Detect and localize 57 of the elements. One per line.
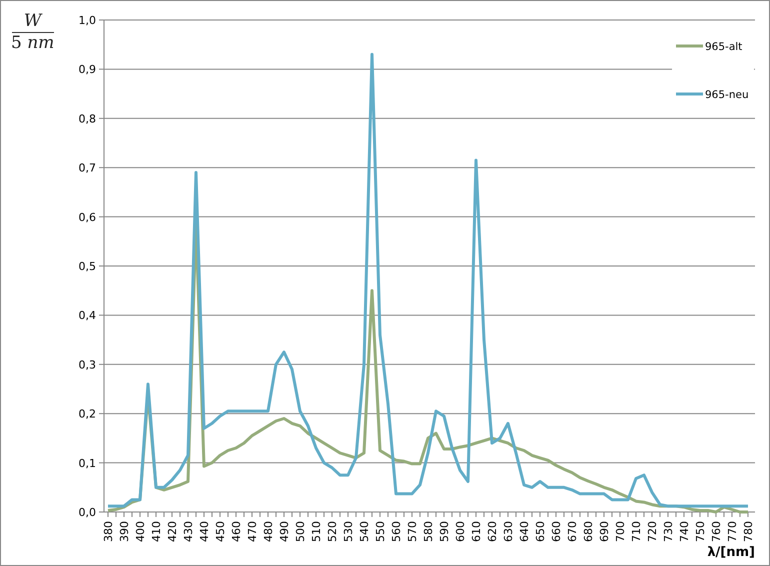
x-tick-label: 430 — [182, 521, 195, 542]
y-tick-label: 0,9 — [78, 63, 96, 76]
x-tick-label: 420 — [166, 521, 179, 542]
x-tick-label: 480 — [262, 521, 275, 542]
x-tick-label: 750 — [694, 521, 707, 542]
x-tick-label: 670 — [566, 521, 579, 542]
x-tick-label: 510 — [310, 521, 323, 542]
y-tick-label: 1,0 — [78, 14, 96, 27]
x-tick-label: 380 — [102, 521, 115, 542]
unit-denominator: 5 nm — [11, 33, 54, 54]
x-tick-label: 730 — [662, 521, 675, 542]
x-tick-label: 450 — [214, 521, 227, 542]
x-tick-label: 640 — [518, 521, 531, 542]
x-tick-label: 490 — [278, 521, 291, 542]
x-tick-label: 520 — [326, 521, 339, 542]
x-tick-label: 780 — [742, 521, 755, 542]
x-tick-label: 390 — [118, 521, 131, 542]
x-tick-label: 500 — [294, 521, 307, 542]
y-tick-label: 0,8 — [78, 112, 96, 126]
x-tick-label: 650 — [534, 521, 547, 542]
x-tick-label: 620 — [486, 521, 499, 542]
x-tick-label: 630 — [502, 521, 515, 542]
x-tick-label: 540 — [358, 521, 371, 542]
x-tick-label: 580 — [422, 521, 435, 542]
x-tick-label: 710 — [630, 521, 643, 542]
x-tick-label: 690 — [598, 521, 611, 542]
legend-label: 965-alt — [705, 41, 742, 53]
x-tick-label: 720 — [646, 521, 659, 542]
y-tick-label: 0,6 — [78, 210, 96, 224]
y-tick-label: 0,4 — [78, 309, 96, 322]
x-tick-label: 700 — [614, 521, 627, 542]
y-tick-label: 0,0 — [78, 506, 96, 519]
x-tick-label: 770 — [726, 521, 739, 542]
x-tick-label: 530 — [342, 521, 355, 542]
x-tick-label: 590 — [438, 521, 451, 542]
y-tick-label: 0,1 — [78, 456, 96, 470]
x-axis-title: λ/[nm] — [707, 545, 755, 560]
x-tick-label: 660 — [550, 521, 563, 542]
x-tick-label: 410 — [150, 521, 163, 542]
unit-numerator: W — [22, 11, 44, 32]
x-tick-label: 740 — [678, 521, 691, 542]
x-tick-label: 600 — [454, 521, 467, 542]
x-tick-label: 550 — [374, 521, 387, 542]
x-tick-label: 760 — [710, 521, 723, 542]
legend-label: 965-neu — [705, 89, 749, 101]
x-tick-label: 680 — [582, 521, 595, 542]
y-tick-label: 0,2 — [78, 408, 96, 421]
x-tick-label: 470 — [246, 521, 259, 542]
x-tick-label: 400 — [134, 521, 147, 542]
x-tick-label: 610 — [470, 521, 483, 542]
x-tick-label: 570 — [406, 521, 419, 542]
y-tick-label: 0,7 — [78, 162, 96, 175]
x-tick-label: 440 — [198, 521, 211, 542]
y-tick-label: 0,5 — [78, 260, 96, 273]
y-tick-label: 0,3 — [78, 358, 96, 372]
x-tick-label: 460 — [230, 521, 243, 542]
x-tick-label: 560 — [390, 521, 403, 542]
